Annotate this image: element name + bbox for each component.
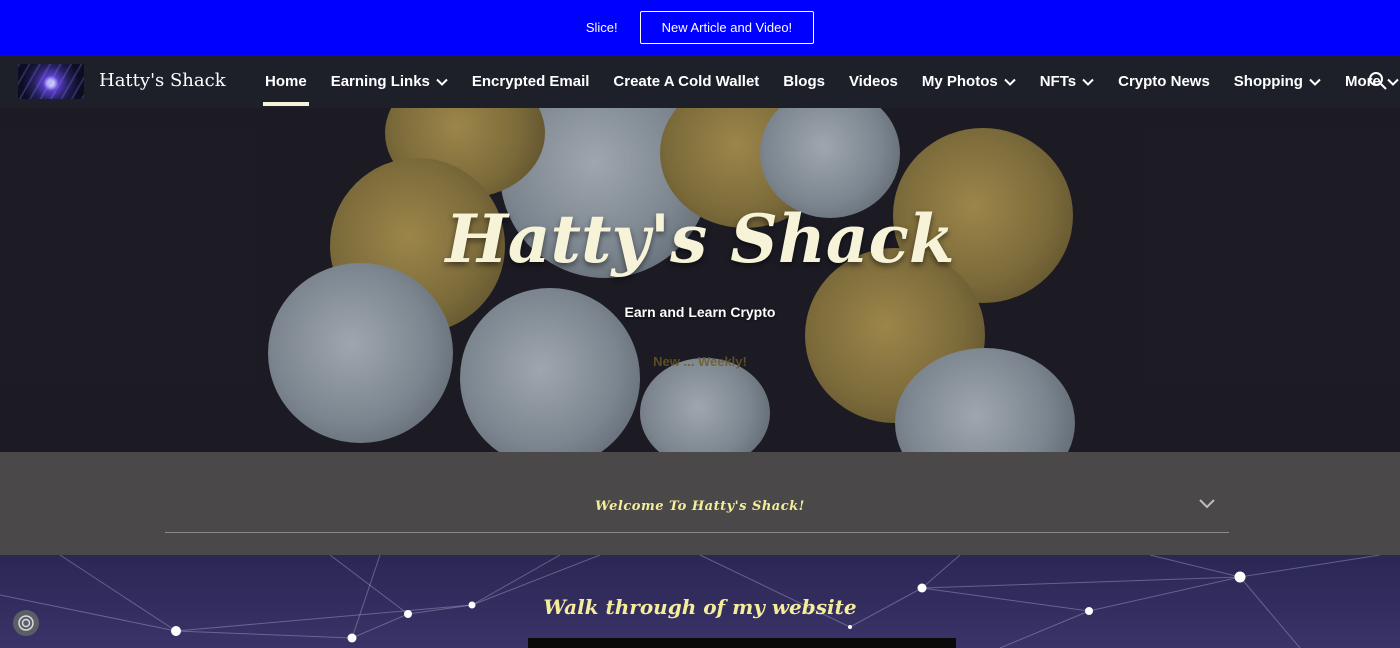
video-embed[interactable] bbox=[528, 638, 956, 648]
nav-item-shopping[interactable]: Shopping bbox=[1222, 55, 1333, 108]
walkthrough-section: Walk through of my website bbox=[0, 555, 1400, 648]
announcement-bar: Slice! New Article and Video! bbox=[0, 0, 1400, 55]
nav-item-label: Create A Cold Wallet bbox=[613, 73, 760, 90]
nav-item-label: Crypto News bbox=[1118, 73, 1210, 90]
nav-item-home[interactable]: Home bbox=[253, 55, 319, 108]
hero-banner: Hatty's Shack Earn and Learn Crypto New … bbox=[0, 108, 1400, 452]
nav-item-label: Earning Links bbox=[330, 73, 430, 90]
chevron-down-icon[interactable] bbox=[1309, 78, 1321, 86]
hero-overlay bbox=[0, 108, 1400, 452]
nav-item-videos[interactable]: Videos bbox=[837, 55, 910, 108]
nav-item-blogs[interactable]: Blogs bbox=[771, 55, 837, 108]
site-logo[interactable] bbox=[18, 64, 84, 99]
info-icon bbox=[18, 615, 34, 631]
nav-item-create-a-cold-wallet[interactable]: Create A Cold Wallet bbox=[601, 55, 771, 108]
nav-item-label: Encrypted Email bbox=[471, 73, 590, 90]
announcement-text: Slice! bbox=[585, 20, 618, 35]
hero-title: Hatty's Shack bbox=[445, 200, 955, 278]
site-title[interactable]: Hatty's Shack bbox=[99, 70, 226, 91]
chevron-down-icon[interactable] bbox=[1199, 498, 1215, 510]
nav-item-earning-links[interactable]: Earning Links bbox=[319, 55, 460, 108]
new-article-button[interactable]: New Article and Video! bbox=[639, 11, 815, 44]
walkthrough-title: Walk through of my website bbox=[543, 595, 857, 619]
hero-faded-text: New ... Weekly! bbox=[653, 354, 747, 369]
welcome-title[interactable]: Welcome To Hatty's Shack! bbox=[0, 499, 1400, 514]
nav-item-nfts[interactable]: NFTs bbox=[1028, 55, 1106, 108]
welcome-section[interactable]: Welcome To Hatty's Shack! bbox=[0, 452, 1400, 555]
chevron-down-icon[interactable] bbox=[1004, 78, 1016, 86]
site-info-button[interactable] bbox=[13, 610, 39, 636]
hero-subtitle: Earn and Learn Crypto bbox=[624, 304, 776, 320]
nav-item-label: NFTs bbox=[1039, 73, 1077, 90]
chevron-down-icon[interactable] bbox=[1387, 78, 1399, 86]
nav-item-my-photos[interactable]: My Photos bbox=[910, 55, 1028, 108]
section-divider bbox=[165, 532, 1229, 533]
nav-item-more[interactable]: More bbox=[1333, 55, 1400, 108]
nav-item-encrypted-email[interactable]: Encrypted Email bbox=[460, 55, 602, 108]
nav-item-label: Home bbox=[265, 73, 307, 90]
nav-item-label: Videos bbox=[848, 73, 898, 90]
nav-item-label: Shopping bbox=[1233, 73, 1303, 90]
search-icon[interactable] bbox=[1368, 71, 1388, 91]
nav-item-label: My Photos bbox=[921, 73, 998, 90]
nav-item-label: Blogs bbox=[783, 73, 825, 90]
chevron-down-icon[interactable] bbox=[436, 78, 448, 86]
nav-menu: Home Earning Links Encrypted Email Create A… bbox=[253, 55, 1400, 108]
top-navigation: Hatty's Shack Home Earning Links Encrypted… bbox=[0, 55, 1400, 108]
chevron-down-icon[interactable] bbox=[1082, 78, 1094, 86]
nav-item-crypto-news[interactable]: Crypto News bbox=[1106, 55, 1222, 108]
